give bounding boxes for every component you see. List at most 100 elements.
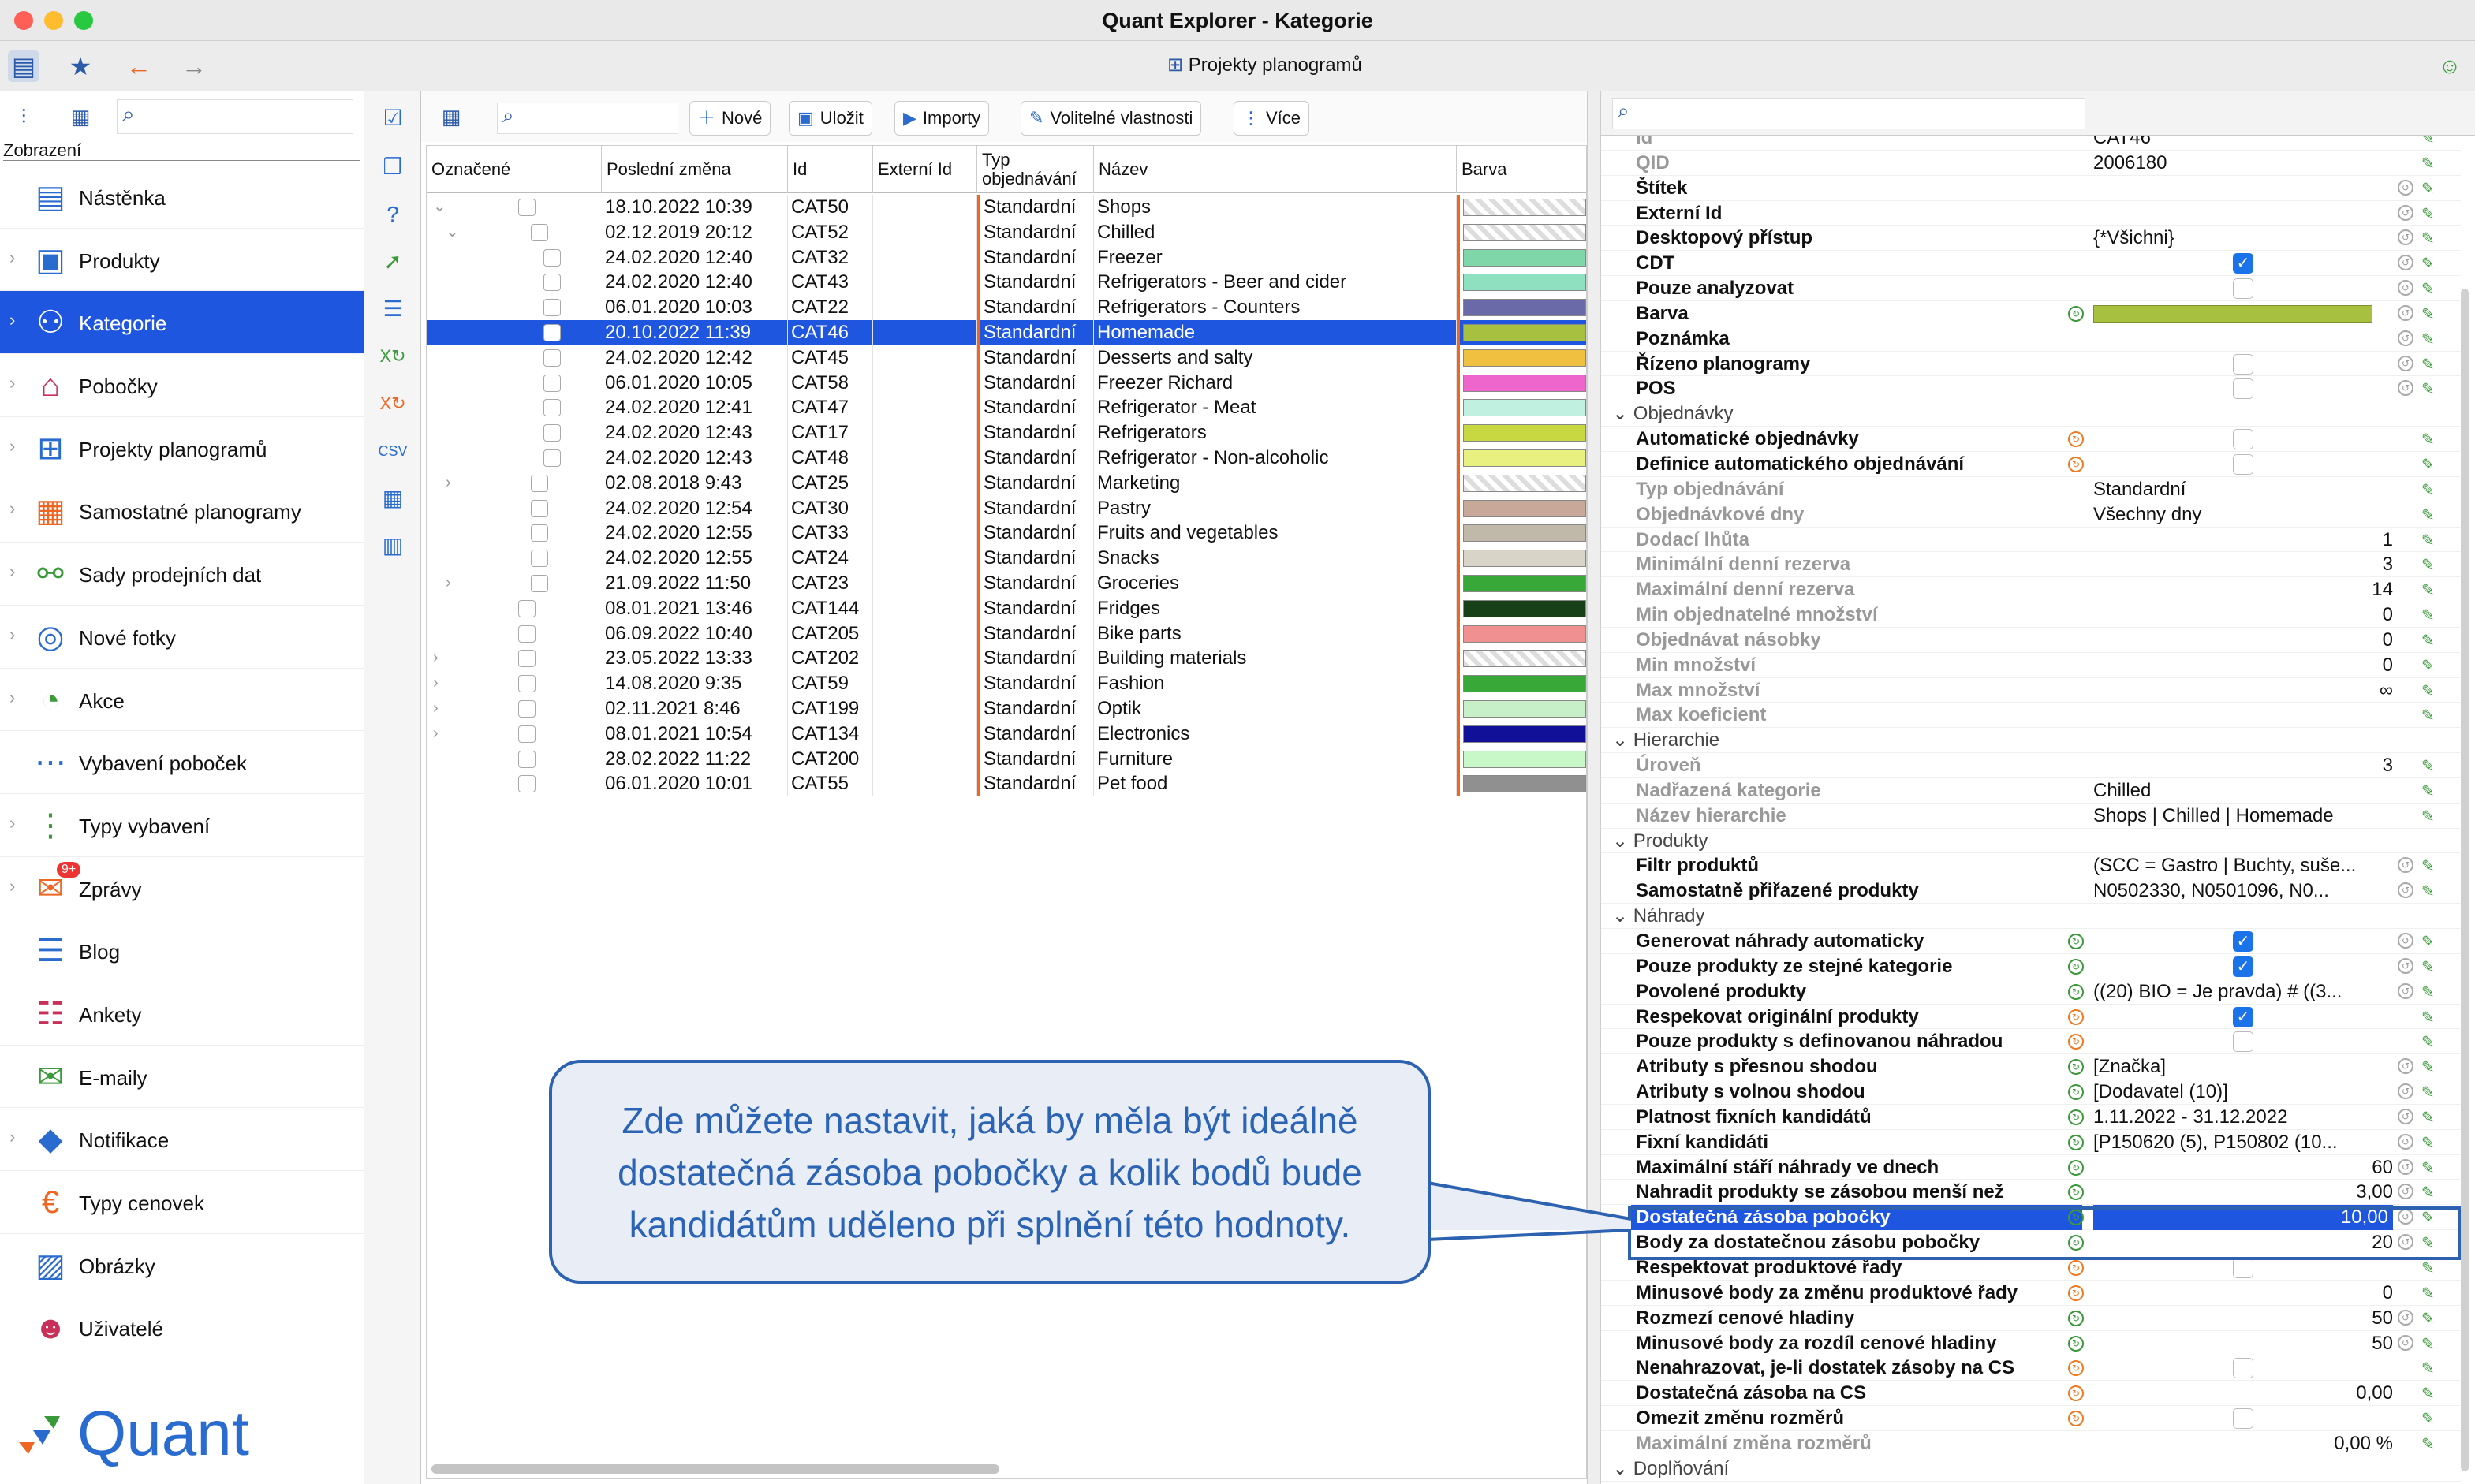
row-checkbox[interactable] (543, 299, 561, 317)
apply-icon[interactable]: ✎ (2421, 956, 2435, 981)
column-settings-icon[interactable]: ▦ (435, 101, 467, 132)
apply-icon[interactable]: ✎ (2421, 378, 2435, 403)
forward-arrow-icon[interactable]: → (178, 50, 210, 82)
property-row[interactable]: Typ objednávání Standardní ✎ (1601, 477, 2461, 502)
inherit-on-icon[interactable]: ↻ (2068, 1084, 2084, 1101)
property-row[interactable]: Pouze produkty s definovanou náhradou ↻ ✎ (1601, 1029, 2461, 1055)
property-row[interactable]: CDT ✓ ↺ ✎ (1601, 251, 2461, 277)
chevron-down-icon[interactable]: ⌄ (433, 195, 446, 220)
chevron-right-icon[interactable]: › (433, 671, 439, 696)
column-header-order-type[interactable]: Typ objednávání (977, 146, 1094, 193)
apply-icon[interactable]: ✎ (2421, 805, 2435, 830)
apply-icon[interactable]: ✎ (2421, 428, 2435, 453)
list-icon[interactable]: ☰ (377, 293, 409, 325)
apply-icon[interactable]: ✎ (2421, 629, 2435, 654)
row-checkbox[interactable] (518, 775, 536, 793)
reset-icon[interactable]: ↺ (2398, 380, 2413, 397)
property-value[interactable]: Všechny dny (2093, 502, 2393, 528)
column-header-last-change[interactable]: Poslední změna (602, 146, 788, 193)
sidebar-item-18[interactable]: ☻ Uživatelé (0, 1296, 364, 1360)
sidebar-item-17[interactable]: ▨ Obrázky (0, 1234, 364, 1297)
property-row[interactable]: Automatické objednávky ↻ ✎ (1601, 427, 2461, 452)
sidebar-item-11[interactable]: › ✉ 9+ Zprávy (0, 857, 364, 920)
row-checkbox[interactable] (531, 223, 548, 241)
chevron-right-icon[interactable]: › (9, 310, 15, 330)
chart-icon[interactable]: ▥ (377, 530, 409, 561)
row-checkbox[interactable] (518, 750, 536, 768)
table-row[interactable]: 24.02.2020 12:43 CAT17 Standardní Refrigera… (427, 420, 1586, 446)
table-row[interactable]: 06.01.2020 10:03 CAT22 Standardní Refrigera… (427, 295, 1586, 320)
column-header-name[interactable]: Název (1094, 146, 1457, 193)
row-checkbox[interactable] (531, 474, 548, 492)
reset-icon[interactable]: ↺ (2398, 204, 2413, 221)
inherit-off-icon[interactable]: ↻ (2068, 1285, 2084, 1301)
sidebar-item-9[interactable]: ⋯ Vybavení poboček (0, 731, 364, 794)
property-value[interactable]: 3 (2093, 552, 2393, 577)
table-row[interactable]: 24.02.2020 12:41 CAT47 Standardní Refrigera… (427, 395, 1586, 421)
property-value[interactable]: N0502330, N0501096, N0... (2093, 878, 2393, 904)
sidebar-item-8[interactable]: › ◔ Akce (0, 669, 364, 732)
property-section[interactable]: ⌄ Doplňování (1601, 1456, 2461, 1482)
property-checkbox[interactable] (2233, 353, 2253, 375)
table-row[interactable]: 24.02.2020 12:42 CAT45 Standardní Desserts … (427, 345, 1586, 371)
inherit-on-icon[interactable]: ↻ (2068, 1109, 2084, 1125)
inherit-on-icon[interactable]: ↻ (2068, 958, 2084, 975)
row-checkbox[interactable] (543, 424, 561, 442)
apply-icon[interactable]: ✎ (2421, 177, 2435, 203)
chevron-down-icon[interactable]: ⌄ (446, 220, 459, 245)
apply-icon[interactable]: ✎ (2421, 1132, 2435, 1157)
reset-icon[interactable]: ↺ (2398, 933, 2413, 949)
property-row[interactable]: QID 2006180 ✎ (1601, 151, 2461, 176)
inherit-off-icon[interactable]: ↻ (2068, 1259, 2084, 1276)
excel-import-icon[interactable]: X↻ (377, 388, 409, 419)
property-value[interactable]: 0 (2093, 628, 2393, 653)
reset-icon[interactable]: ↺ (2398, 957, 2413, 974)
apply-icon[interactable]: ✎ (2421, 855, 2435, 880)
table-row[interactable]: 24.02.2020 12:40 CAT43 Standardní Refrigera… (427, 270, 1586, 296)
property-row[interactable]: Desktopový přístup {*Všichni} ↺ ✎ (1601, 226, 2461, 252)
apply-icon[interactable]: ✎ (2421, 227, 2435, 252)
back-arrow-icon[interactable]: ← (123, 50, 155, 82)
property-row[interactable]: Nahradit produkty se zásobou menší než ↻ 3… (1601, 1180, 2461, 1206)
apply-icon[interactable]: ✎ (2421, 1106, 2435, 1132)
sidebar-item-1[interactable]: › ▣ Produkty (0, 229, 364, 292)
property-row[interactable]: Filtr produktů (SCC = Gastro | Buchty, su… (1601, 853, 2461, 880)
property-row[interactable]: Platnost fixních kandidátů ↻ 1.11.2022 - 3… (1601, 1105, 2461, 1130)
table-row[interactable]: 24.02.2020 12:54 CAT30 Standardní Pastry (427, 495, 1586, 521)
sidebar-item-4[interactable]: › ⊞ Projekty planogramů (0, 417, 364, 480)
apply-icon[interactable]: ✎ (2421, 529, 2435, 554)
sidebar-item-0[interactable]: ▤ Nástěnka (0, 166, 364, 229)
chevron-right-icon[interactable]: › (9, 436, 15, 457)
favorites-star-icon[interactable]: ★ (65, 50, 96, 82)
reset-icon[interactable]: ↺ (2398, 304, 2413, 321)
inherit-off-icon[interactable]: ↻ (2068, 456, 2084, 472)
chevron-right-icon[interactable]: › (446, 571, 451, 596)
row-checkbox[interactable] (518, 699, 536, 718)
copy-icon[interactable]: ❐ (377, 151, 409, 183)
properties-search-input[interactable]: ⌕ (1612, 98, 2085, 129)
property-value[interactable]: Shops | Chilled | Homemade (2093, 804, 2393, 829)
property-row[interactable]: POS ↺ ✎ (1601, 376, 2461, 403)
csv-icon[interactable]: CSV (377, 435, 409, 467)
property-checkbox[interactable]: ✓ (2233, 931, 2253, 952)
apply-icon[interactable]: ✎ (2421, 1157, 2435, 1182)
apply-icon[interactable]: ✎ (2421, 504, 2435, 529)
property-value[interactable]: ((20) BIO = Je pravda) # ((3... (2093, 979, 2393, 1005)
sidebar-item-14[interactable]: ✉ E-maily (0, 1046, 364, 1109)
property-value[interactable]: Chilled (2093, 778, 2393, 804)
apply-icon[interactable]: ✎ (2421, 1307, 2435, 1333)
column-header-marked[interactable]: Označené (427, 146, 602, 193)
reset-icon[interactable]: ↺ (2398, 330, 2413, 346)
apply-icon[interactable]: ✎ (2421, 278, 2435, 303)
property-row[interactable]: Samostatně přiřazené produkty N0502330, N… (1601, 878, 2461, 904)
row-checkbox[interactable] (543, 323, 561, 341)
sidebar-item-10[interactable]: › ⋮ Typy vybavení (0, 794, 364, 857)
property-value[interactable]: [P150620 (5), P150802 (10... (2093, 1130, 2393, 1155)
property-row[interactable]: Štítek ↺ ✎ (1601, 176, 2461, 201)
row-checkbox[interactable] (518, 725, 536, 743)
reset-icon[interactable]: ↺ (2398, 882, 2413, 899)
custom-properties-button[interactable]: ✎ Volitelné vlastnosti (1021, 101, 1202, 136)
property-value[interactable]: Standardní (2093, 477, 2393, 502)
table-row[interactable]: › 02.11.2021 8:46 CAT199 Standardní Optik (427, 695, 1586, 721)
property-section[interactable]: ⌄ Náhrady (1601, 904, 2461, 929)
